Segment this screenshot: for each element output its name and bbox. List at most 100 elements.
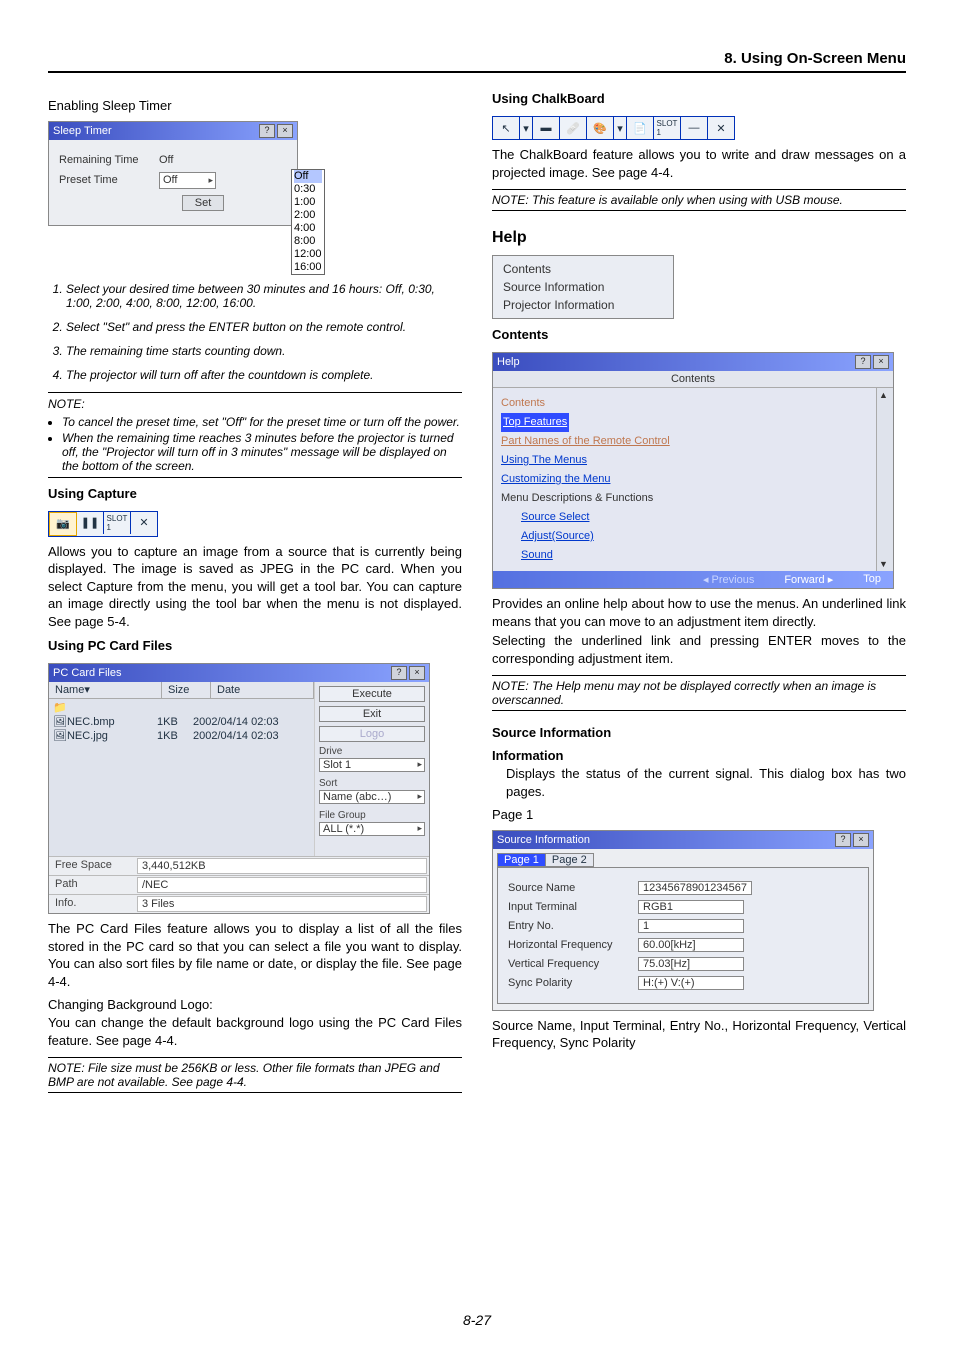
sleep-timer-window: Sleep Timer ?× Remaining Time Off Preset… — [48, 121, 298, 226]
help-window: Help ?× Contents Contents Top Features P… — [492, 352, 894, 589]
drive-select[interactable]: Slot 1 — [319, 758, 425, 772]
tree-top-features[interactable]: Top Features — [501, 413, 569, 432]
option-100[interactable]: 1:00 — [294, 196, 322, 209]
pcfiles-window: PC Card Files ?× Name▾ Size Date 📁 🖼NEC.… — [48, 663, 430, 914]
pointer-icon[interactable]: ↖ — [493, 117, 520, 139]
step-2: Select "Set" and press the ENTER button … — [66, 320, 462, 334]
help-icon[interactable]: ? — [259, 124, 275, 138]
minimize-icon[interactable]: — — [681, 117, 708, 139]
srcwin-title: Source Information — [497, 834, 590, 846]
execute-button[interactable]: Execute — [319, 686, 425, 702]
sort-label: Sort — [319, 778, 425, 789]
option-400[interactable]: 4:00 — [294, 222, 322, 235]
capture-toolbar: 📷 ❚❚ SLOT1 ✕ — [48, 511, 158, 537]
exit-button[interactable]: Exit — [319, 706, 425, 722]
path-label: Path — [49, 876, 135, 894]
col-date[interactable]: Date — [211, 682, 314, 698]
table-row[interactable]: 🖼NEC.bmp1KB2002/04/14 02:03 — [53, 715, 310, 729]
tree-contents[interactable]: Contents — [501, 394, 868, 413]
option-off[interactable]: Off — [294, 170, 322, 183]
helpwin-tab: Contents — [493, 371, 893, 388]
pcfiles-note: NOTE: File size must be 256KB or less. O… — [48, 1057, 462, 1093]
dropdown2-icon[interactable]: ▾ — [614, 117, 627, 139]
info-value: 3 Files — [137, 896, 427, 912]
col-size[interactable]: Size — [162, 682, 211, 698]
option-030[interactable]: 0:30 — [294, 183, 322, 196]
tree-using-menus[interactable]: Using The Menus — [501, 451, 868, 470]
contents-note: NOTE: The Help menu may not be displayed… — [492, 675, 906, 711]
eraser-icon[interactable]: 🩹 — [560, 117, 587, 139]
help-menu-projector-info[interactable]: Projector Information — [503, 296, 663, 314]
step-4: The projector will turn off after the co… — [66, 368, 462, 382]
chalk-toolbar: ↖ ▾ ▬ 🩹 🎨 ▾ 📄 SLOT1 — ✕ — [492, 116, 735, 140]
sort-select[interactable]: Name (abc…) — [319, 790, 425, 804]
drive-label: Drive — [319, 746, 425, 757]
tab-page1[interactable]: Page 1 — [497, 853, 546, 867]
preset-time-select[interactable]: Off — [159, 172, 216, 189]
close-icon[interactable]: × — [277, 124, 293, 138]
palette-icon[interactable]: 🎨 — [587, 117, 614, 139]
close-icon[interactable]: × — [873, 355, 889, 369]
info-label: Info. — [49, 895, 135, 913]
help-icon[interactable]: ? — [855, 355, 871, 369]
contents-hdr: Contents — [492, 327, 906, 342]
close-icon[interactable]: × — [409, 666, 425, 680]
source-info-hdr: Source Information — [492, 725, 906, 740]
file-list[interactable]: Name▾ Size Date 📁 🖼NEC.bmp1KB2002/04/14 … — [49, 682, 315, 856]
option-800[interactable]: 8:00 — [294, 235, 322, 248]
tree-source-select[interactable]: Source Select — [501, 508, 868, 527]
slot-icon[interactable]: SLOT1 — [104, 512, 131, 534]
tree-custom-menu[interactable]: Customizing the Menu — [501, 470, 868, 489]
src-footer: Source Name, Input Terminal, Entry No., … — [492, 1017, 906, 1052]
tree-sound[interactable]: Sound — [501, 546, 868, 565]
set-button[interactable]: Set — [182, 195, 225, 211]
pcfiles-text: The PC Card Files feature allows you to … — [48, 920, 462, 990]
entry-no-val: 1 — [638, 919, 744, 933]
tree-adjust-source[interactable]: Adjust(Source) — [501, 527, 868, 546]
scrollbar[interactable] — [876, 388, 893, 571]
option-1200[interactable]: 12:00 — [294, 248, 322, 261]
hfreq-lbl: Horizontal Frequency — [508, 939, 638, 951]
logo-button[interactable]: Logo — [319, 726, 425, 742]
vfreq-val: 75.03[Hz] — [638, 957, 744, 971]
nav-previous[interactable]: ◂ Previous — [703, 573, 754, 586]
camera-icon[interactable]: 📷 — [49, 512, 77, 536]
filegroup-select[interactable]: ALL (*.*) — [319, 822, 425, 836]
tab-page2[interactable]: Page 2 — [545, 853, 594, 867]
entry-no-lbl: Entry No. — [508, 920, 638, 932]
col-name[interactable]: Name▾ — [49, 682, 162, 698]
freespace-value: 3,440,512KB — [137, 858, 427, 874]
sleep-title: Sleep Timer — [53, 125, 112, 137]
hfreq-val: 60.00[kHz] — [638, 938, 744, 952]
close-icon[interactable]: ✕ — [131, 512, 157, 534]
help-icon[interactable]: ? — [391, 666, 407, 680]
using-chalk-title: Using ChalkBoard — [492, 91, 906, 106]
rect-icon[interactable]: ▬ — [533, 117, 560, 139]
help-menu-contents[interactable]: Contents — [503, 260, 663, 278]
close-icon[interactable]: × — [853, 833, 869, 847]
nav-forward[interactable]: Forward ▸ — [784, 573, 833, 586]
pcfiles-title: PC Card Files — [53, 667, 121, 679]
preset-time-dropdown[interactable]: Off 0:30 1:00 2:00 4:00 8:00 12:00 16:00 — [291, 169, 325, 275]
chalk-note: NOTE: This feature is available only whe… — [492, 189, 906, 211]
info-text: Displays the status of the current signa… — [492, 765, 906, 800]
page-header: 8. Using On-Screen Menu — [48, 50, 906, 73]
dropdown-icon[interactable]: ▾ — [520, 117, 533, 139]
tree-remote-parts[interactable]: Part Names of the Remote Control — [501, 432, 868, 451]
capture-text: Allows you to capture an image from a so… — [48, 543, 462, 631]
vfreq-lbl: Vertical Frequency — [508, 958, 638, 970]
step-1: Select your desired time between 30 minu… — [66, 282, 462, 310]
nav-top[interactable]: Top — [863, 573, 881, 586]
note-bullet-2: When the remaining time reaches 3 minute… — [62, 431, 462, 473]
option-200[interactable]: 2:00 — [294, 209, 322, 222]
preset-time-label: Preset Time — [59, 174, 159, 186]
close-icon[interactable]: ✕ — [708, 117, 734, 139]
slot-icon[interactable]: SLOT1 — [654, 117, 681, 139]
sheet-icon[interactable]: 📄 — [627, 117, 654, 139]
help-icon[interactable]: ? — [835, 833, 851, 847]
pause-icon[interactable]: ❚❚ — [77, 512, 104, 534]
note-bullet-1: To cancel the preset time, set "Off" for… — [62, 415, 462, 429]
option-1600[interactable]: 16:00 — [294, 261, 322, 274]
table-row[interactable]: 🖼NEC.jpg1KB2002/04/14 02:03 — [53, 729, 310, 743]
help-menu-source-info[interactable]: Source Information — [503, 278, 663, 296]
